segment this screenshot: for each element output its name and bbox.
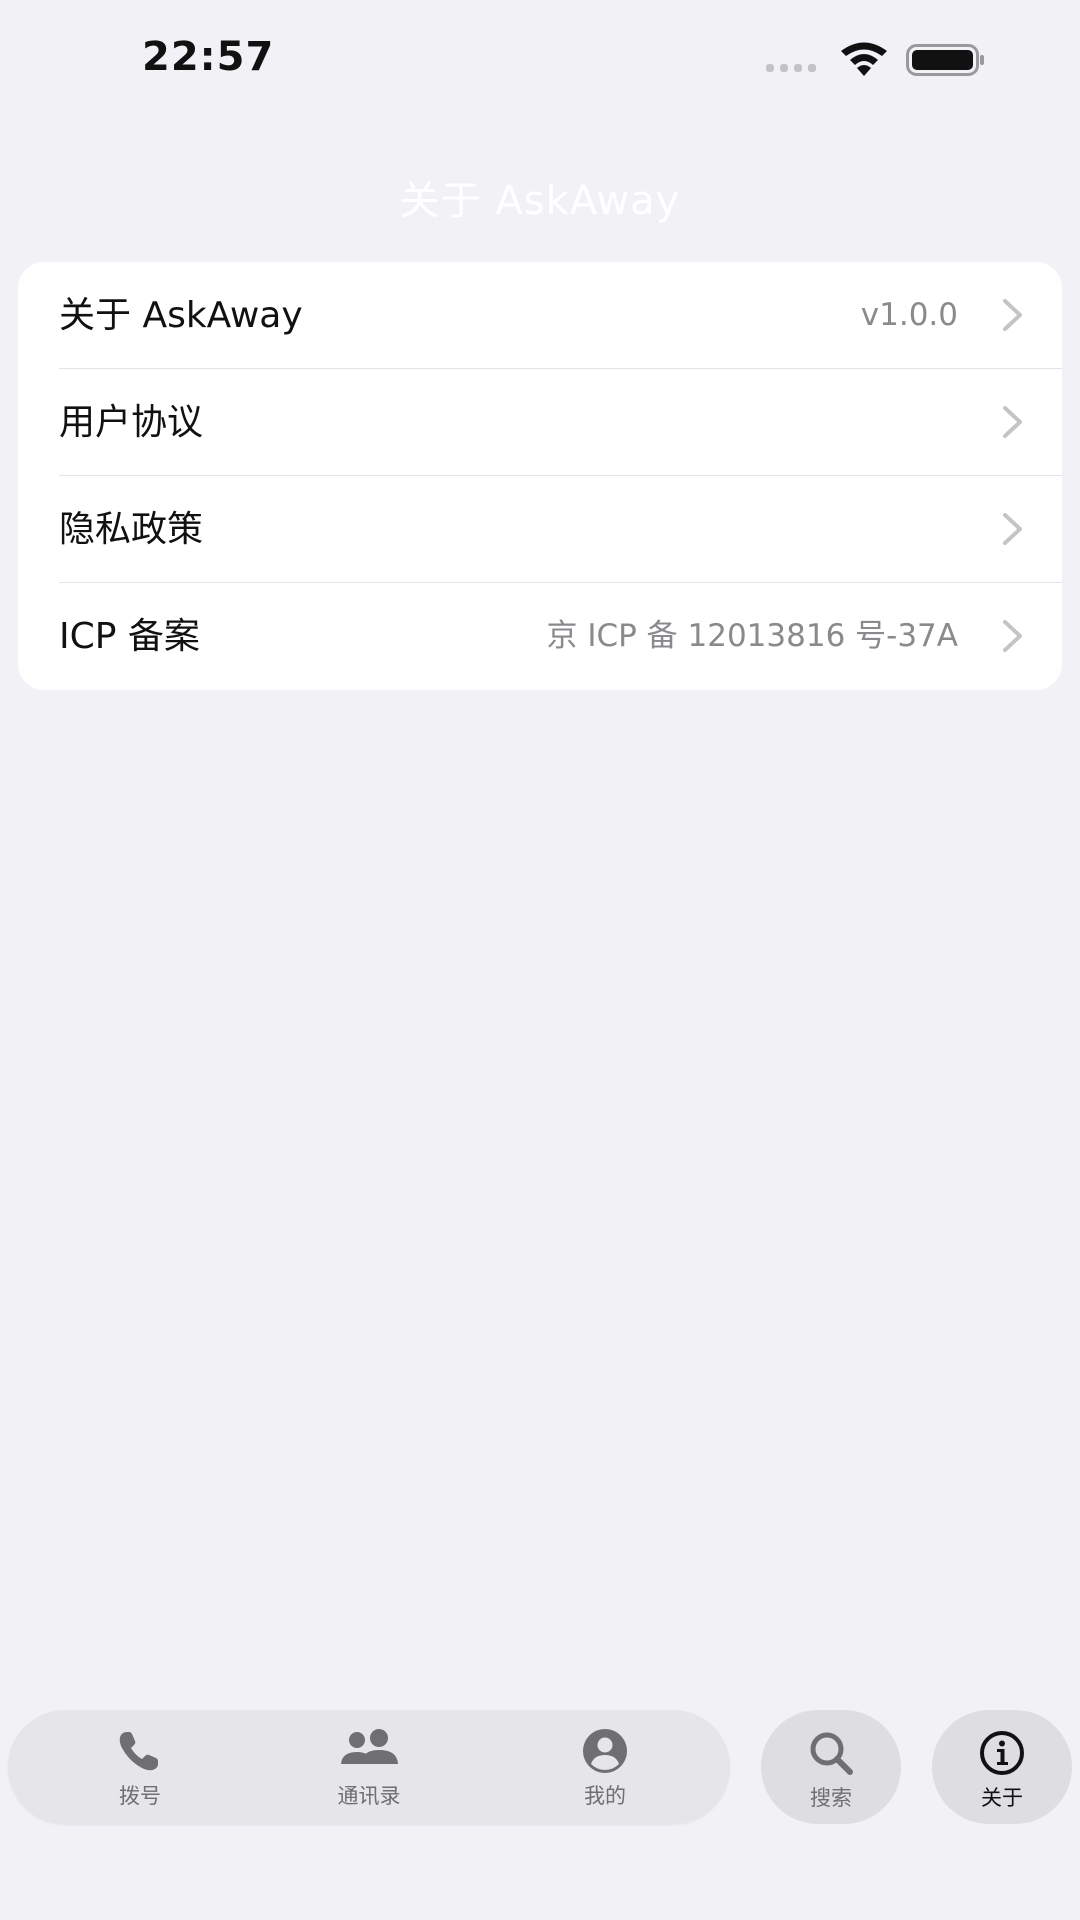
tab-search[interactable]: 搜索 xyxy=(761,1710,901,1824)
tab-profile[interactable]: 我的 xyxy=(505,1710,705,1824)
chevron-right-icon xyxy=(1003,513,1022,545)
chevron-right-icon xyxy=(1003,620,1022,652)
status-time: 22:57 xyxy=(142,34,275,80)
search-icon xyxy=(810,1732,853,1775)
status-bar: 22:57 xyxy=(0,0,1080,110)
row-label: 隐私政策 xyxy=(59,509,204,550)
profile-icon xyxy=(583,1729,627,1773)
tab-label: 关于 xyxy=(981,1786,1023,1810)
row-label: 用户协议 xyxy=(59,402,204,443)
row-privacy-policy[interactable]: 隐私政策 xyxy=(18,476,1062,583)
settings-list: 关于 AskAway v1.0.0 用户协议 隐私政策 ICP 备案 京 ICP… xyxy=(18,262,1062,690)
row-about[interactable]: 关于 AskAway v1.0.0 xyxy=(18,262,1062,369)
info-icon xyxy=(980,1731,1024,1775)
version-value: v1.0.0 xyxy=(860,297,958,333)
phone-icon xyxy=(119,1732,158,1771)
row-label: ICP 备案 xyxy=(59,616,200,657)
tab-label: 我的 xyxy=(584,1784,626,1808)
tab-label: 通讯录 xyxy=(337,1784,401,1808)
chevron-right-icon xyxy=(1003,406,1022,438)
icp-number-value: 京 ICP 备 12013816 号-37A xyxy=(546,618,958,654)
contacts-icon xyxy=(341,1729,398,1764)
tab-label: 搜索 xyxy=(810,1786,852,1810)
cellular-signal-icon xyxy=(766,64,816,72)
tab-bar-group: 拨号 通讯录 我的 xyxy=(8,1710,730,1824)
tab-about[interactable]: 关于 xyxy=(932,1710,1072,1824)
chevron-right-icon xyxy=(1003,299,1022,331)
battery-icon xyxy=(906,44,984,76)
tab-contacts[interactable]: 通讯录 xyxy=(269,1710,469,1824)
row-user-agreement[interactable]: 用户协议 xyxy=(18,369,1062,476)
row-label: 关于 AskAway xyxy=(59,295,303,336)
tab-dial[interactable]: 拨号 xyxy=(40,1710,240,1824)
page-title: 关于 AskAway xyxy=(399,178,681,224)
wifi-icon xyxy=(841,42,887,76)
tab-label: 拨号 xyxy=(119,1784,161,1808)
row-icp-filing[interactable]: ICP 备案 京 ICP 备 12013816 号-37A xyxy=(18,583,1062,690)
